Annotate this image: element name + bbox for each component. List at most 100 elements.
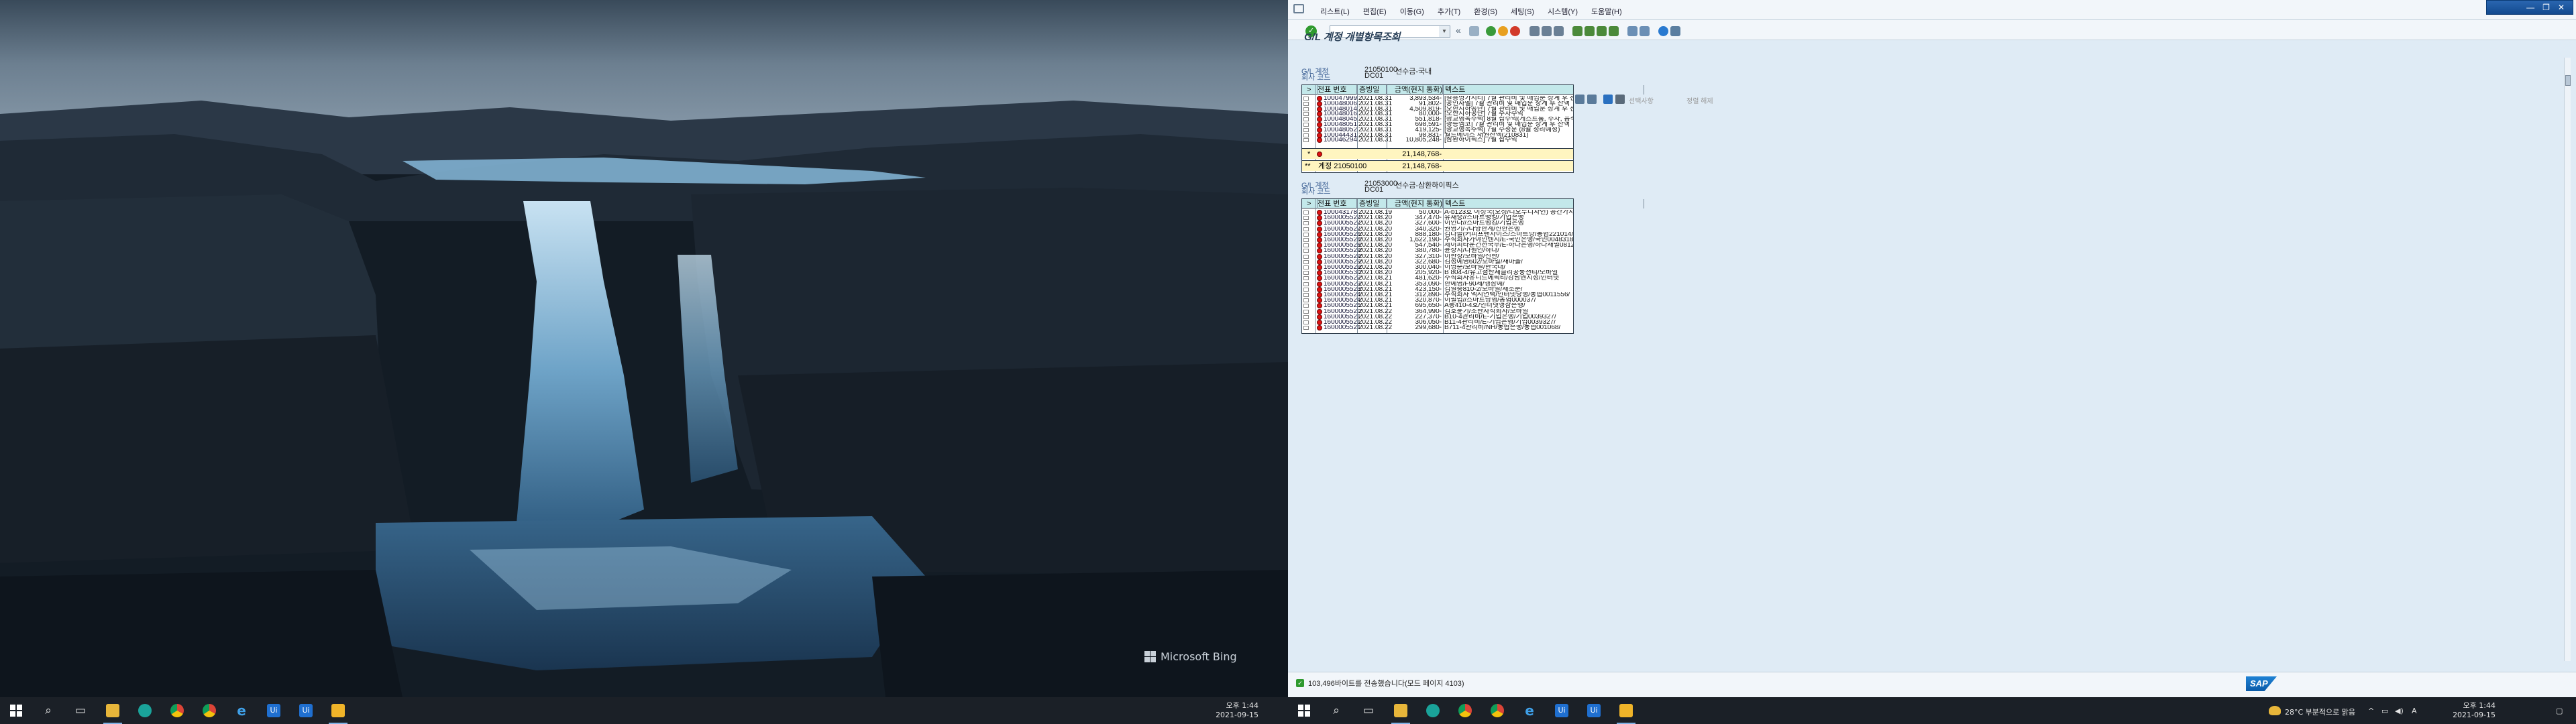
row-selector-checkbox[interactable] bbox=[1303, 138, 1309, 143]
find-next-icon[interactable] bbox=[1554, 26, 1564, 36]
row-selector-checkbox[interactable] bbox=[1303, 227, 1309, 231]
row-selector-checkbox[interactable] bbox=[1303, 259, 1309, 264]
table-row[interactable]: 100048051 2021.08.31 698,591- [광릉엠코] 7월 관리비… bbox=[1302, 122, 1573, 127]
row-selector-checkbox[interactable] bbox=[1303, 221, 1309, 226]
table-row[interactable]: 1600005523 2021.08.21 353,090- 한예영/F90제/앵삼예… bbox=[1302, 281, 1573, 287]
row-selector-checkbox[interactable] bbox=[1303, 232, 1309, 237]
row-selector-checkbox[interactable] bbox=[1303, 101, 1309, 106]
uipath-studio-button[interactable]: Ui bbox=[258, 697, 290, 724]
table-row[interactable]: 1600005524 2021.08.21 320,870- 이필업//스마트당행/농… bbox=[1302, 298, 1573, 304]
file-explorer-button[interactable] bbox=[97, 697, 129, 724]
row-selector-checkbox[interactable] bbox=[1303, 276, 1309, 281]
network-icon[interactable]: ▭ bbox=[2381, 707, 2388, 715]
windows-start-button[interactable] bbox=[0, 697, 32, 724]
column-header[interactable]: 전표 번호 bbox=[1316, 85, 1357, 95]
menu-extras[interactable]: 추가(T) bbox=[1438, 6, 1460, 17]
shortcut-icon[interactable] bbox=[1640, 26, 1650, 36]
exit-icon[interactable] bbox=[1498, 26, 1508, 36]
restore-icon[interactable]: ❐ bbox=[2542, 3, 2550, 12]
row-selector-checkbox[interactable] bbox=[1303, 309, 1309, 314]
close-icon[interactable]: ✕ bbox=[2558, 3, 2565, 12]
weather-text[interactable]: 28°C 부분적으로 맑음 bbox=[2285, 707, 2355, 717]
menu-settings[interactable]: 세팅(S) bbox=[1511, 6, 1534, 17]
table-row[interactable]: 1600005527 2021.08.20 340,320- 권영기/-/다양한계/신… bbox=[1302, 226, 1573, 232]
chrome-button-4[interactable] bbox=[1481, 697, 1513, 724]
collapse-command-icon[interactable]: « bbox=[1456, 25, 1461, 36]
column-header[interactable]: 증빙일 bbox=[1357, 199, 1387, 208]
back-icon[interactable] bbox=[1486, 26, 1496, 36]
previous-page-icon[interactable] bbox=[1585, 26, 1595, 36]
table-row[interactable]: 1600005522 2021.08.21 481,620- 주식회사유니드에픽티/강… bbox=[1302, 276, 1573, 282]
row-selector-checkbox[interactable] bbox=[1303, 271, 1309, 276]
row-selector-checkbox[interactable] bbox=[1303, 238, 1309, 242]
table-row[interactable]: 100046294 2021.08.31 10,805,248- [삼환하이픽스] 7… bbox=[1302, 137, 1573, 143]
edge-button[interactable] bbox=[129, 697, 161, 724]
table-row[interactable]: 1600005529 2021.08.20 322,680- 김정예영602/모바일/… bbox=[1302, 259, 1573, 265]
menu-system[interactable]: 시스템(Y) bbox=[1548, 6, 1578, 17]
search-button[interactable]: ⌕ bbox=[32, 697, 64, 724]
uipath-robot-button[interactable]: Ui bbox=[290, 697, 322, 724]
row-selector-checkbox[interactable] bbox=[1303, 320, 1309, 324]
table-row[interactable]: 1600005521 2021.08.22 227,370- B10-4관리비/E-기… bbox=[1302, 314, 1573, 320]
chevron-down-icon[interactable]: ▼ bbox=[1439, 26, 1450, 37]
table-row[interactable]: 1600005521 2021.08.22 299,680- B711-4관리비/NH… bbox=[1302, 325, 1573, 331]
column-header[interactable]: 증빙일 bbox=[1357, 85, 1387, 95]
sap-logon-button[interactable] bbox=[322, 697, 354, 724]
row-selector-checkbox[interactable] bbox=[1303, 107, 1309, 111]
table-row[interactable]: 1600005529 2021.08.20 380,780- 윤상지/다원인/하나/ bbox=[1302, 248, 1573, 254]
row-selector-checkbox[interactable] bbox=[1303, 133, 1309, 137]
row-selector-checkbox[interactable] bbox=[1303, 117, 1309, 122]
menu-list[interactable]: 리스트(L) bbox=[1320, 6, 1350, 17]
row-selector-checkbox[interactable] bbox=[1303, 298, 1309, 303]
account-total-row[interactable]: ** 계정 21050100 21,148,768- bbox=[1302, 160, 1573, 172]
chrome-button[interactable] bbox=[161, 697, 193, 724]
sap-window-icon[interactable] bbox=[1293, 4, 1304, 13]
row-selector-checkbox[interactable] bbox=[1303, 304, 1309, 308]
last-page-icon[interactable] bbox=[1609, 26, 1619, 36]
row-selector-checkbox[interactable] bbox=[1303, 326, 1309, 330]
next-page-icon[interactable] bbox=[1597, 26, 1607, 36]
input-language-indicator[interactable]: A bbox=[2412, 707, 2417, 715]
row-selector-checkbox[interactable] bbox=[1303, 282, 1309, 286]
customize-layout-icon[interactable] bbox=[1670, 26, 1680, 36]
vertical-scrollbar[interactable] bbox=[2564, 58, 2571, 661]
row-selector-checkbox[interactable] bbox=[1303, 210, 1309, 215]
table-row[interactable]: 1600005521 2021.08.22 306,050- B11-4관리비/E-기… bbox=[1302, 320, 1573, 325]
table-row[interactable]: 1600005528 2021.08.20 1,622,190- 주식회사가야인텐지/… bbox=[1302, 237, 1573, 243]
table-row[interactable]: 100043178 2021.08.19 50,000- A-b123호 이성국(오성… bbox=[1302, 210, 1573, 215]
row-selector-checkbox[interactable] bbox=[1303, 287, 1309, 292]
search-button-2[interactable]: ⌕ bbox=[1320, 697, 1352, 724]
first-page-icon[interactable] bbox=[1572, 26, 1582, 36]
table-row[interactable]: 100048016 2021.08.31 80,000- [오한지하공단] 7월 주차… bbox=[1302, 111, 1573, 117]
table-row[interactable]: 100048045 2021.08.31 551,818- [광교행복주택] 8월 잡… bbox=[1302, 117, 1573, 123]
cancel-icon[interactable] bbox=[1510, 26, 1520, 36]
notification-icon[interactable]: ▢ bbox=[2556, 707, 2563, 715]
table-row[interactable]: 1600005523 2021.08.21 423,150- 김일중810-2/모바일… bbox=[1302, 286, 1573, 292]
subtotal-row[interactable]: * 21,148,768- bbox=[1302, 148, 1573, 160]
table-row[interactable]: 1600005529 2021.08.20 300,040- 이명순/모바일/한국대/ bbox=[1302, 265, 1573, 270]
chrome-button-3[interactable] bbox=[1449, 697, 1481, 724]
table-row[interactable]: 1600005527 2021.08.20 327,600- 이인나//스마트뱅킹/기… bbox=[1302, 221, 1573, 227]
row-selector-checkbox[interactable] bbox=[1303, 265, 1309, 269]
row-selector-checkbox[interactable] bbox=[1303, 97, 1309, 101]
column-header[interactable]: 금액(현지 통화) bbox=[1387, 199, 1443, 208]
row-selector-checkbox[interactable] bbox=[1303, 243, 1309, 248]
print-icon[interactable] bbox=[1529, 26, 1540, 36]
table-row[interactable]: 100048052 2021.08.31 419,125- [광교행복주택] 7월 수… bbox=[1302, 127, 1573, 133]
column-header[interactable]: 텍스트 bbox=[1443, 85, 1644, 95]
row-selector-checkbox[interactable] bbox=[1303, 314, 1309, 319]
chrome-button-2[interactable] bbox=[193, 697, 225, 724]
edge-button-2[interactable] bbox=[1417, 697, 1449, 724]
table-row[interactable]: 1600005526 2021.08.20 888,180- 김다솔(커피프랜차이즈/… bbox=[1302, 231, 1573, 237]
table-row[interactable]: 1600005530 2021.08.20 205,920- B 804-4/유고첨한… bbox=[1302, 270, 1573, 276]
row-selector-checkbox[interactable] bbox=[1303, 293, 1309, 297]
internet-explorer-button[interactable]: e bbox=[225, 697, 258, 724]
table-row[interactable]: 100048006 2021.08.31 91,802- [공인자벨] 7월 관리비 … bbox=[1302, 101, 1573, 107]
save-icon[interactable] bbox=[1469, 26, 1479, 36]
table-row[interactable]: 1600005529 2021.08.20 327,310- 이한상/모바일/신한/ bbox=[1302, 253, 1573, 259]
menu-goto[interactable]: 이동(G) bbox=[1400, 6, 1424, 17]
menu-help[interactable]: 도움말(H) bbox=[1591, 6, 1622, 17]
find-icon[interactable] bbox=[1542, 26, 1552, 36]
sap-logon-button-2[interactable] bbox=[1610, 697, 1642, 724]
row-selector-checkbox[interactable] bbox=[1303, 216, 1309, 221]
